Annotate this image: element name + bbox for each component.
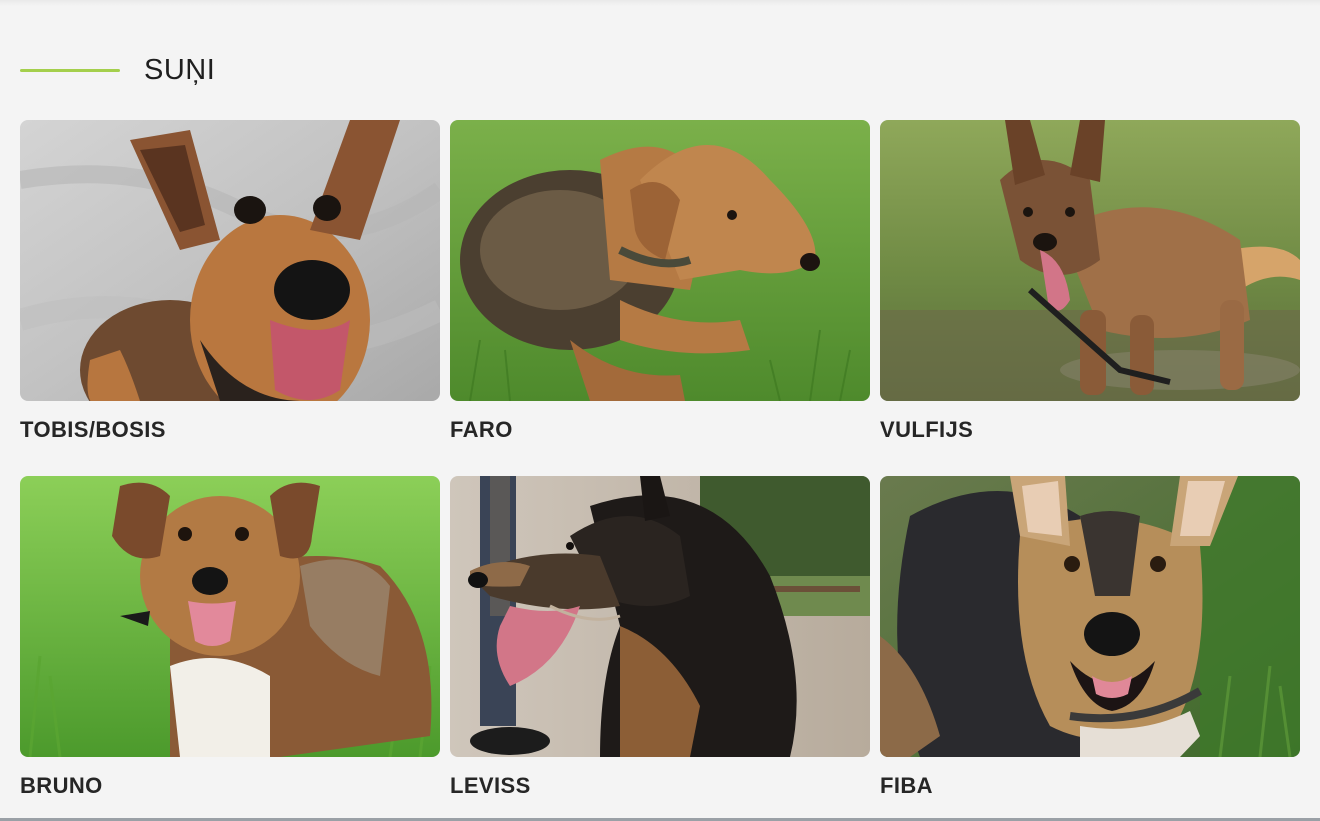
dog-photo-vulfijs-icon [880,120,1300,401]
dog-card-bruno[interactable]: BRUNO [20,476,440,821]
dog-photo[interactable] [20,120,440,401]
accent-line [20,68,120,72]
dog-card-faro[interactable]: FARO [450,120,870,476]
dog-grid: TOBIS/BOSIS FARO VULFIJS BRUNO LEVISS FI… [20,120,1300,821]
section-header: SUŅI [20,48,215,92]
dog-name[interactable]: TOBIS/BOSIS [20,417,440,443]
dog-name[interactable]: FARO [450,417,870,443]
dog-card-leviss[interactable]: LEVISS [450,476,870,821]
dog-card-tobis[interactable]: TOBIS/BOSIS [20,120,440,476]
dog-photo[interactable] [20,476,440,757]
dog-photo[interactable] [450,476,870,757]
dog-photo[interactable] [880,476,1300,757]
dog-name[interactable]: FIBA [880,773,1300,799]
dog-photo[interactable] [450,120,870,401]
dog-photo[interactable] [880,120,1300,401]
dog-photo-bruno-icon [20,476,440,757]
dog-name[interactable]: VULFIJS [880,417,1300,443]
dog-card-fiba[interactable]: FIBA [880,476,1300,821]
dog-photo-faro-icon [450,120,870,401]
dog-name[interactable]: BRUNO [20,773,440,799]
section-title: SUŅI [144,53,216,86]
dog-photo-leviss-icon [450,476,870,757]
dog-photo-fiba-icon [880,476,1300,757]
dog-photo-tobis-icon [20,120,440,401]
dog-card-vulfijs[interactable]: VULFIJS [880,120,1300,476]
dog-name[interactable]: LEVISS [450,773,870,799]
top-shadow-bar [0,0,1320,6]
page: SUŅI TOBIS/BOSIS FARO VULFIJS BRUNO LEVI… [0,0,1320,821]
